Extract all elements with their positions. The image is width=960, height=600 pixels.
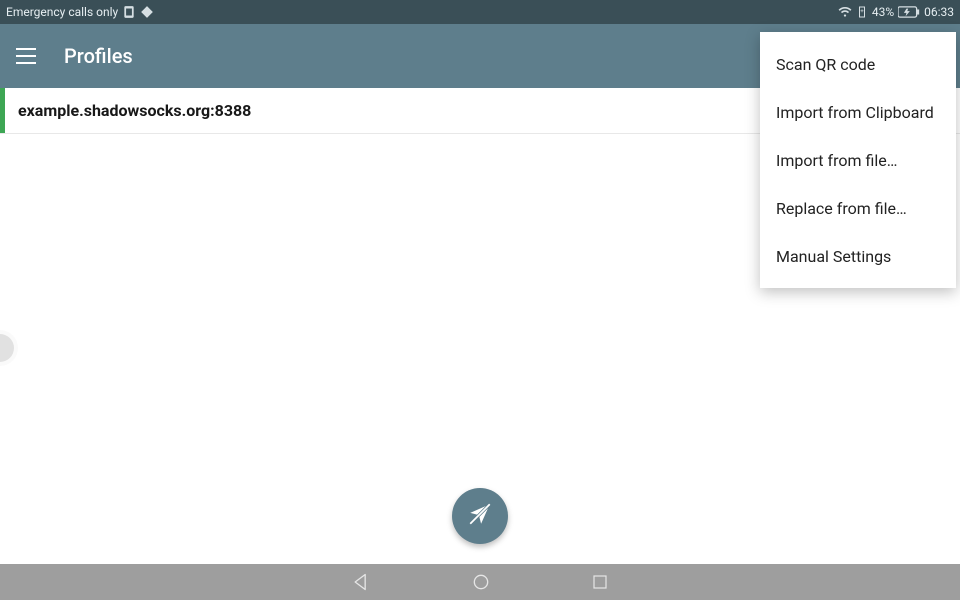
menu-manual-settings[interactable]: Manual Settings xyxy=(760,232,956,280)
sim-icon xyxy=(122,5,136,19)
nav-back-icon[interactable] xyxy=(351,572,371,592)
status-right: 43% 06:33 xyxy=(838,5,954,19)
battery-saver-icon xyxy=(856,5,868,19)
menu-item-label: Manual Settings xyxy=(776,247,891,266)
menu-scan-qr[interactable]: Scan QR code xyxy=(760,40,956,88)
network-status-text: Emergency calls only xyxy=(6,5,118,19)
menu-import-clipboard[interactable]: Import from Clipboard xyxy=(760,88,956,136)
page-title: Profiles xyxy=(64,44,133,68)
hamburger-icon[interactable] xyxy=(16,44,40,68)
profile-label: example.shadowsocks.org:8388 xyxy=(18,101,251,120)
status-left: Emergency calls only xyxy=(6,5,154,19)
menu-item-label: Import from Clipboard xyxy=(776,103,934,122)
overflow-menu: Scan QR code Import from Clipboard Impor… xyxy=(760,32,956,288)
status-bar: Emergency calls only 43% 06:33 xyxy=(0,0,960,24)
tag-icon xyxy=(140,5,154,19)
menu-item-label: Import from file… xyxy=(776,151,897,170)
connect-fab[interactable] xyxy=(452,488,508,544)
battery-percent-text: 43% xyxy=(872,5,894,19)
wifi-icon xyxy=(838,5,852,19)
menu-import-file[interactable]: Import from file… xyxy=(760,136,956,184)
nav-recent-icon[interactable] xyxy=(591,573,609,591)
clock-text: 06:33 xyxy=(924,5,954,19)
battery-charging-icon xyxy=(898,6,920,18)
android-nav-bar xyxy=(0,564,960,600)
menu-item-label: Replace from file… xyxy=(776,199,907,218)
menu-item-label: Scan QR code xyxy=(776,55,875,74)
nav-home-icon[interactable] xyxy=(471,572,491,592)
menu-replace-file[interactable]: Replace from file… xyxy=(760,184,956,232)
paper-plane-off-icon xyxy=(467,501,493,531)
active-indicator xyxy=(0,88,5,133)
